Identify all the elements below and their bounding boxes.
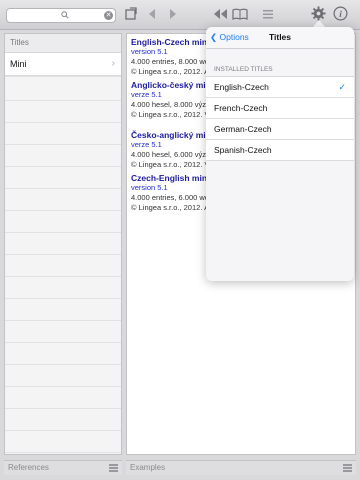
title-option-german-czech[interactable]: German-Czech bbox=[206, 119, 354, 140]
title-option-label: Spanish-Czech bbox=[214, 145, 272, 155]
titles-panel: Titles Mini › bbox=[4, 33, 122, 455]
popover-header: ❮ Options Titles bbox=[206, 27, 354, 49]
back-icon[interactable] bbox=[146, 7, 158, 21]
search-input[interactable]: ✕ bbox=[6, 8, 116, 23]
titles-panel-header: Titles bbox=[5, 34, 121, 53]
titles-popover: ❮ Options Titles INSTALLED TITLES Englis… bbox=[206, 27, 354, 281]
menu-icon[interactable] bbox=[262, 7, 274, 21]
references-menu-icon[interactable] bbox=[109, 464, 118, 473]
examples-bar[interactable]: Examples bbox=[126, 460, 356, 475]
checkmark-icon: ✓ bbox=[338, 82, 346, 92]
sync-icon[interactable] bbox=[124, 7, 138, 21]
title-option-spanish-czech[interactable]: Spanish-Czech bbox=[206, 140, 354, 161]
popover-title: Titles bbox=[268, 32, 292, 42]
installed-titles-header: INSTALLED TITLES bbox=[214, 66, 273, 73]
references-bar[interactable]: References bbox=[4, 460, 122, 475]
toolbar: ✕ i bbox=[0, 0, 360, 30]
title-option-english-czech[interactable]: English-Czech ✓ bbox=[206, 77, 354, 98]
examples-menu-icon[interactable] bbox=[343, 464, 352, 473]
titles-list-item-label: Mini bbox=[10, 59, 27, 69]
titles-list-item[interactable]: Mini › bbox=[5, 53, 121, 76]
gear-icon[interactable] bbox=[311, 6, 326, 21]
rewind-icon[interactable] bbox=[212, 7, 228, 21]
search-icon bbox=[61, 11, 69, 19]
installed-titles-list: English-Czech ✓ French-Czech German-Czec… bbox=[206, 76, 354, 161]
title-option-label: English-Czech bbox=[214, 82, 269, 92]
title-option-label: French-Czech bbox=[214, 103, 268, 113]
svg-text:i: i bbox=[339, 10, 342, 20]
references-label: References bbox=[8, 463, 49, 472]
title-option-french-czech[interactable]: French-Czech bbox=[206, 98, 354, 119]
clear-icon[interactable]: ✕ bbox=[104, 11, 113, 20]
book-icon[interactable] bbox=[232, 7, 248, 21]
forward-icon[interactable] bbox=[167, 7, 179, 21]
examples-label: Examples bbox=[130, 463, 166, 472]
chevron-right-icon: › bbox=[111, 58, 115, 69]
title-option-label: German-Czech bbox=[214, 124, 272, 134]
info-icon[interactable]: i bbox=[333, 6, 348, 21]
